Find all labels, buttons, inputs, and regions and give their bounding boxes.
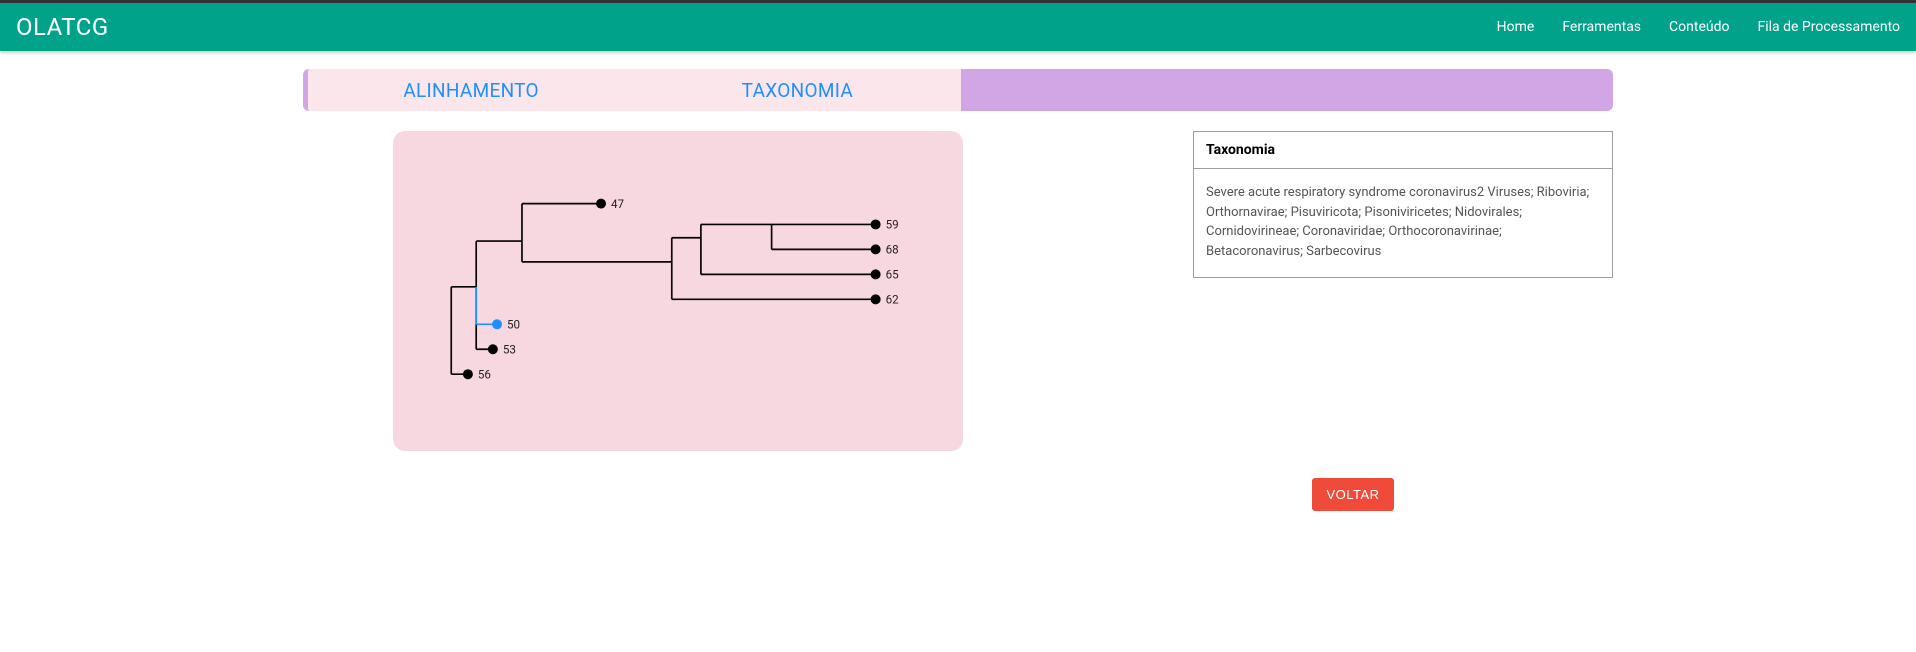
tree-node-65[interactable]	[871, 269, 881, 279]
tree-label-65: 65	[886, 268, 900, 282]
navbar: OLATCG Home Ferramentas Conteúdo Fila de…	[0, 3, 1916, 51]
phylo-tree-panel: 47 59 68 65 62 50 53 56	[393, 131, 963, 451]
tree-label-53: 53	[503, 342, 516, 356]
tree-label-50: 50	[507, 317, 520, 331]
tree-node-56[interactable]	[463, 369, 473, 379]
tree-label-56: 56	[478, 367, 491, 381]
nav-conteudo[interactable]: Conteúdo	[1669, 19, 1729, 35]
nav-ferramentas[interactable]: Ferramentas	[1562, 19, 1641, 35]
tree-label-59: 59	[886, 218, 899, 232]
tree-label-68: 68	[886, 243, 899, 257]
navbar-links: Home Ferramentas Conteúdo Fila de Proces…	[1497, 19, 1900, 35]
phylo-tree-svg: 47 59 68 65 62 50 53 56	[393, 131, 963, 451]
tree-node-59[interactable]	[871, 219, 881, 229]
tree-node-62[interactable]	[871, 294, 881, 304]
tree-node-47[interactable]	[596, 199, 606, 209]
right-column: Taxonomia Severe acute respiratory syndr…	[993, 131, 1613, 511]
button-row: VOLTAR	[993, 278, 1613, 511]
content: ALINHAMENTO TAXONOMIA	[303, 69, 1613, 511]
taxonomy-info-card: Taxonomia Severe acute respiratory syndr…	[1193, 131, 1613, 278]
tab-taxonomia[interactable]: TAXONOMIA	[634, 69, 960, 111]
taxonomy-info-body: Severe acute respiratory syndrome corona…	[1194, 169, 1612, 277]
main-row: 47 59 68 65 62 50 53 56 Taxonomia Severe…	[303, 131, 1613, 511]
tree-label-47: 47	[611, 197, 625, 211]
tab-bar: ALINHAMENTO TAXONOMIA	[303, 69, 1613, 111]
tree-node-50[interactable]	[492, 319, 502, 329]
tab-spacer	[961, 69, 1614, 111]
brand-title[interactable]: OLATCG	[16, 13, 109, 41]
tree-node-53[interactable]	[488, 344, 498, 354]
nav-fila[interactable]: Fila de Processamento	[1757, 19, 1900, 35]
tree-node-68[interactable]	[871, 244, 881, 254]
tree-label-62: 62	[886, 292, 900, 306]
voltar-button[interactable]: VOLTAR	[1312, 478, 1393, 511]
tab-alinhamento[interactable]: ALINHAMENTO	[308, 69, 634, 111]
nav-home[interactable]: Home	[1497, 19, 1535, 35]
taxonomy-info-title: Taxonomia	[1194, 132, 1612, 169]
